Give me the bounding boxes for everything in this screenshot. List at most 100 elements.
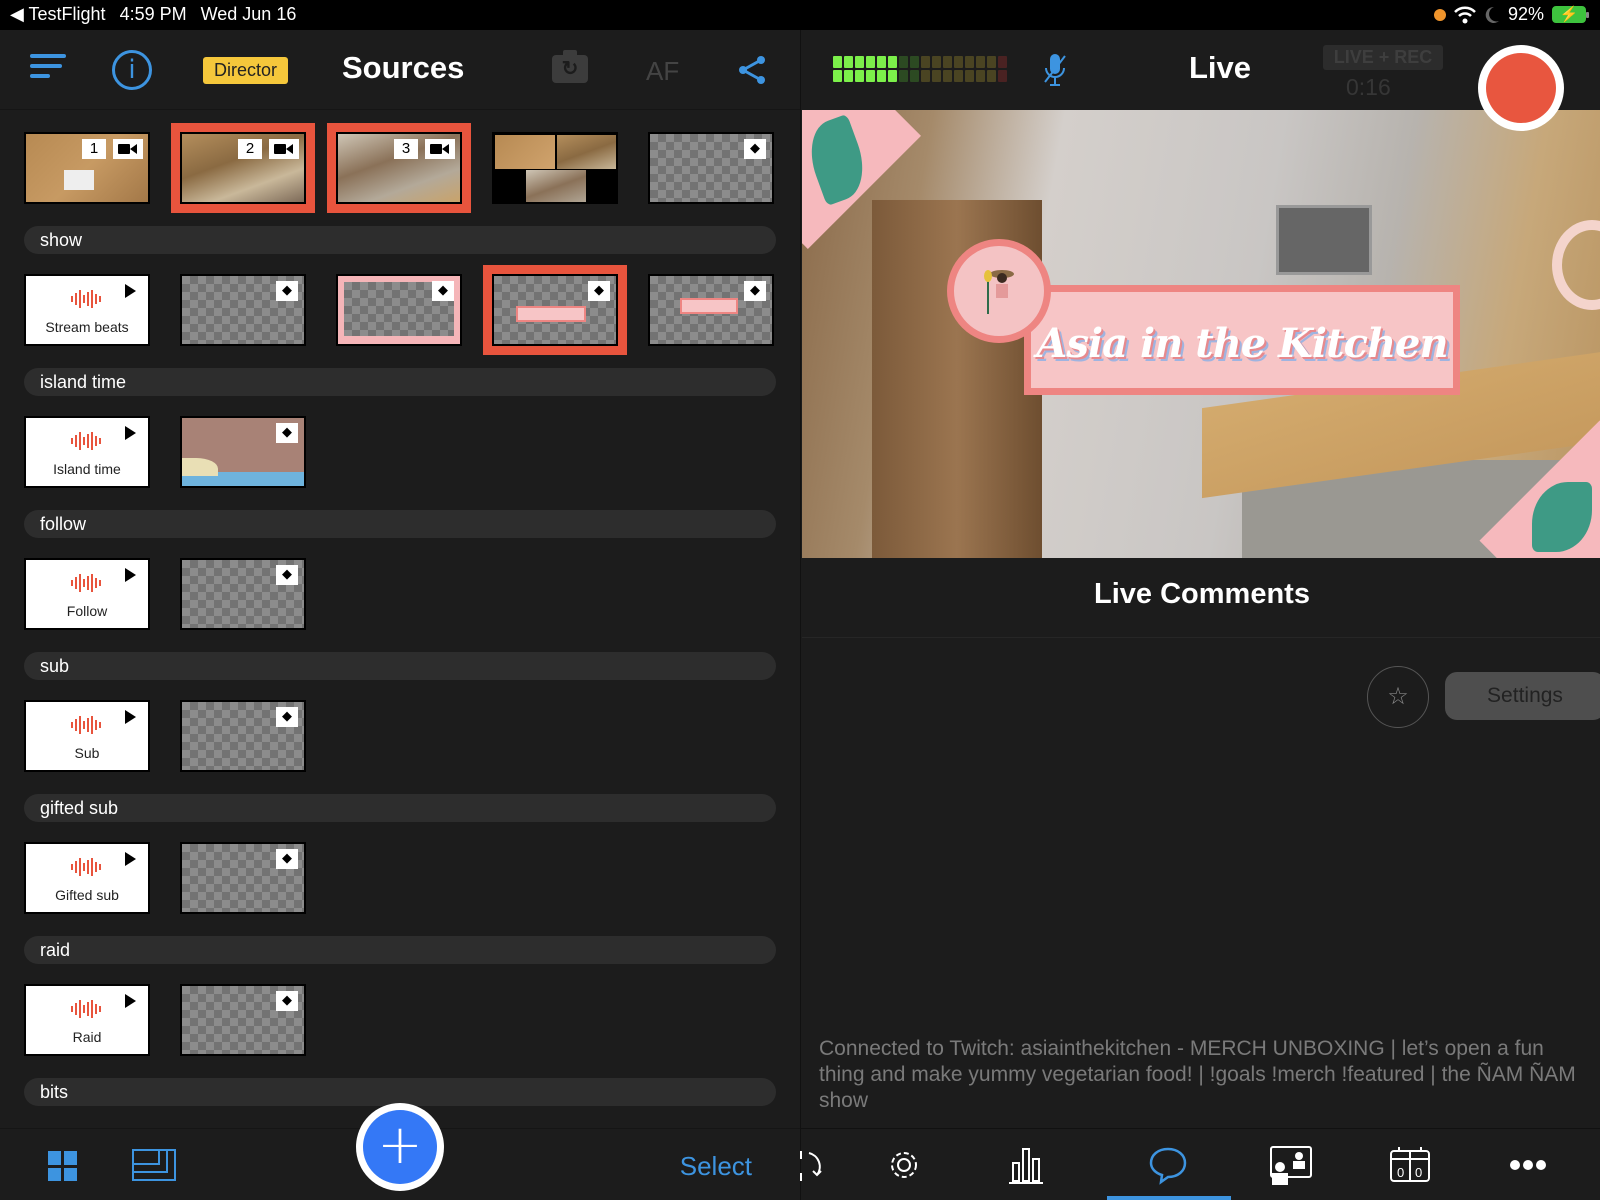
meter-segment (855, 56, 864, 68)
play-icon[interactable] (125, 568, 136, 582)
select-button[interactable]: Select (680, 1151, 752, 1182)
comments-title: Live Comments (1094, 578, 1310, 610)
meter-segment (833, 56, 842, 68)
svg-text:0: 0 (1415, 1165, 1422, 1180)
audio-source-label: Stream beats (45, 319, 129, 335)
layers-icon: ◆ (276, 849, 298, 869)
grid-icon[interactable] (48, 1151, 78, 1181)
avatar (947, 239, 1051, 343)
audio-source[interactable]: Stream beats (24, 274, 150, 346)
group-header-island-time[interactable]: island time (24, 368, 776, 396)
meter-segment (844, 56, 853, 68)
plus-icon: + (363, 1110, 437, 1184)
overlay-source[interactable]: ◆ (648, 274, 774, 346)
meter-segment (954, 70, 963, 82)
thumb-detail (182, 458, 218, 476)
overlay-source[interactable]: ◆ (180, 842, 306, 914)
layers-icon: ◆ (276, 991, 298, 1011)
camera-source-1[interactable]: 1 (24, 132, 150, 204)
add-source-button[interactable]: + (356, 1103, 444, 1191)
star-icon[interactable]: ☆ (1367, 666, 1429, 728)
overlay-source[interactable]: ◆ (180, 416, 306, 488)
group-header-gifted-sub[interactable]: gifted sub (24, 794, 776, 822)
meter-segment (987, 56, 996, 68)
stats-icon[interactable] (1005, 1145, 1047, 1185)
layout-icon[interactable] (132, 1149, 176, 1181)
hamburger-icon[interactable] (30, 54, 66, 84)
layers-icon: ◆ (276, 565, 298, 585)
meter-segment (932, 70, 941, 82)
play-icon[interactable] (125, 852, 136, 866)
autofocus-button[interactable]: AF (646, 56, 679, 87)
meter-segment (866, 70, 875, 82)
camera-source-2[interactable]: 2 (171, 123, 315, 213)
live-title: Live (1189, 50, 1252, 85)
audio-source[interactable]: Gifted sub (24, 842, 150, 914)
title-banner: Asia in the Kitchen (1024, 285, 1460, 395)
audio-source-label: Gifted sub (55, 887, 119, 903)
share-icon[interactable] (736, 54, 768, 86)
sources-list[interactable]: 1 2 3 ◆ show Stream beats ◆ ◆ ◆ ◆ island… (0, 110, 800, 1158)
play-icon[interactable] (125, 994, 136, 1008)
record-button[interactable] (1478, 45, 1564, 131)
camera-rotate-icon[interactable]: ↻ (552, 50, 588, 83)
info-icon[interactable]: i (112, 50, 152, 90)
audio-source[interactable]: Follow (24, 558, 150, 630)
audio-source-label: Island time (53, 461, 121, 477)
group-header-raid[interactable]: raid (24, 936, 776, 964)
source-number-badge: 1 (82, 139, 106, 159)
group-header-follow[interactable]: follow (24, 510, 776, 538)
meter-segment (921, 56, 930, 68)
meter-segment (932, 56, 941, 68)
audio-source[interactable]: Island time (24, 416, 150, 488)
mic-muted-icon[interactable] (1041, 52, 1069, 88)
scoreboard-icon[interactable]: 00 (1389, 1145, 1431, 1185)
page-title: Sources (342, 50, 465, 85)
layers-icon: ◆ (432, 281, 454, 301)
comment-icon[interactable] (1147, 1145, 1189, 1185)
video-camera-icon (113, 139, 143, 159)
overlay-source[interactable]: ◆ (648, 132, 774, 204)
camera-source-3[interactable]: 3 (327, 123, 471, 213)
comments-settings-button[interactable]: Settings (1445, 672, 1600, 720)
live-tab-bar: 00 (799, 1128, 1600, 1200)
meter-segment (965, 70, 974, 82)
video-camera-icon (269, 139, 299, 159)
overlay-source[interactable]: ◆ (483, 265, 627, 355)
director-mode-badge[interactable]: Director (203, 57, 289, 84)
audio-level-meter (833, 56, 1007, 82)
overlay-source[interactable]: ◆ (180, 984, 306, 1056)
live-preview[interactable]: Asia in the Kitchen (802, 110, 1600, 558)
audio-source-label: Follow (66, 603, 108, 619)
meter-segment (877, 70, 886, 82)
back-to-app-link[interactable]: ◀ TestFlight (10, 4, 106, 25)
audio-source[interactable]: Sub (24, 700, 150, 772)
group-header-bits[interactable]: bits (24, 1078, 776, 1106)
group-header-show[interactable]: show (24, 226, 776, 254)
play-icon[interactable] (125, 710, 136, 724)
overlay-source[interactable]: ◆ (180, 700, 306, 772)
audio-source[interactable]: Raid (24, 984, 150, 1056)
overlay-source[interactable]: ◆ (180, 558, 306, 630)
group-header-sub[interactable]: sub (24, 652, 776, 680)
play-icon[interactable] (125, 426, 136, 440)
wifi-icon (1454, 6, 1476, 23)
thumb-detail (516, 306, 586, 322)
thumb-detail (680, 298, 738, 314)
meter-segment (921, 70, 930, 82)
gear-icon[interactable] (883, 1145, 925, 1185)
multiview-source[interactable] (492, 132, 618, 204)
more-icon[interactable] (1507, 1145, 1549, 1185)
back-app-label: TestFlight (28, 4, 106, 24)
preview-scene (1552, 220, 1600, 310)
overlay-source[interactable]: ◆ (180, 274, 306, 346)
svg-text:0: 0 (1397, 1165, 1404, 1180)
stream-timer: 0:16 (1346, 74, 1391, 100)
switch-icon[interactable] (799, 1145, 841, 1185)
avatar-illustration (984, 270, 1014, 314)
guests-icon[interactable] (1267, 1145, 1315, 1185)
audio-wave-icon (71, 574, 103, 592)
play-icon[interactable] (125, 284, 136, 298)
audio-wave-icon (71, 716, 103, 734)
overlay-source[interactable]: ◆ (336, 274, 462, 346)
